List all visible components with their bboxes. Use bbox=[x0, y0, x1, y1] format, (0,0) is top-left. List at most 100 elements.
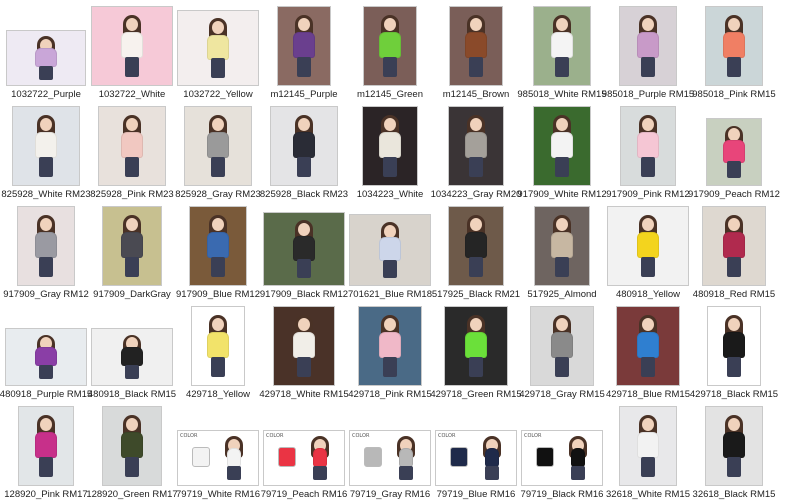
thumbnail-item[interactable]: COLOR 79719_Black RM16 bbox=[519, 400, 605, 500]
product-photo[interactable] bbox=[358, 306, 422, 386]
thumbnail-item[interactable]: COLOR 79719_Blue RM16 bbox=[433, 400, 519, 500]
thumbnail-item[interactable]: 917909_Peach RM12 bbox=[688, 100, 780, 200]
product-photo[interactable] bbox=[273, 306, 335, 386]
thumbnail-item[interactable]: 480918_Black RM15 bbox=[88, 300, 176, 400]
product-photo[interactable] bbox=[191, 306, 245, 386]
thumbnail-item[interactable]: m12145_Purple bbox=[261, 0, 347, 100]
thumbnail-item[interactable]: 32618_Black RM15 bbox=[691, 400, 777, 500]
product-photo[interactable] bbox=[533, 106, 591, 186]
thumbnail-item[interactable]: 480918_Red RM15 bbox=[691, 200, 777, 300]
product-photo[interactable] bbox=[349, 214, 431, 286]
model-head bbox=[728, 317, 740, 331]
thumbnail-item[interactable]: 517925_Almond bbox=[519, 200, 605, 300]
product-photo[interactable] bbox=[534, 206, 590, 286]
model-head bbox=[642, 217, 654, 231]
product-photo[interactable] bbox=[706, 118, 762, 186]
garment bbox=[551, 31, 573, 59]
thumbnail-item[interactable]: 985018_Pink RM15 bbox=[691, 0, 777, 100]
thumbnail-item[interactable]: 825928_Black RM23 bbox=[260, 100, 348, 200]
product-photo[interactable] bbox=[533, 6, 591, 86]
thumbnail-item[interactable]: 429718_Yellow bbox=[175, 300, 261, 400]
product-photo[interactable] bbox=[619, 6, 677, 86]
product-photo[interactable] bbox=[705, 406, 763, 486]
product-photo[interactable] bbox=[702, 206, 766, 286]
thumbnail-item[interactable]: 480918_Purple RM15 bbox=[0, 300, 92, 400]
product-photo[interactable] bbox=[91, 6, 173, 86]
thumbnail-item[interactable]: m12145_Green bbox=[347, 0, 433, 100]
product-photo[interactable] bbox=[18, 406, 74, 486]
product-photo[interactable] bbox=[184, 106, 252, 186]
product-photo[interactable] bbox=[620, 106, 676, 186]
product-photo[interactable] bbox=[277, 6, 331, 86]
thumbnail-item[interactable]: 917909_Pink RM12 bbox=[605, 100, 691, 200]
thumbnail-item[interactable]: 429718_Black RM15 bbox=[690, 300, 778, 400]
thumbnail-item[interactable]: 429718_White RM15 bbox=[259, 300, 349, 400]
model-legs bbox=[469, 156, 483, 178]
thumbnail-item[interactable]: 517925_Black RM21 bbox=[432, 200, 520, 300]
product-photo[interactable] bbox=[530, 306, 594, 386]
thumbnail-item[interactable]: 1034223_White bbox=[347, 100, 433, 200]
product-photo[interactable] bbox=[705, 6, 763, 86]
product-photo[interactable]: COLOR bbox=[263, 430, 345, 486]
product-photo[interactable] bbox=[6, 30, 86, 86]
thumbnail-item[interactable]: 128920_Pink RM17 bbox=[3, 400, 89, 500]
thumbnail-item[interactable]: 985018_Purple RM15 bbox=[602, 0, 694, 100]
product-photo[interactable] bbox=[362, 106, 418, 186]
model-head bbox=[126, 117, 138, 131]
product-photo[interactable] bbox=[444, 306, 508, 386]
product-photo[interactable] bbox=[189, 206, 247, 286]
product-photo[interactable] bbox=[448, 106, 504, 186]
thumbnail-item[interactable]: 1032722_Yellow bbox=[175, 0, 261, 100]
thumbnail-item[interactable]: 32618_White RM15 bbox=[605, 400, 691, 500]
product-photo[interactable] bbox=[98, 106, 166, 186]
thumbnail-item[interactable]: COLOR 79719_Peach RM16 bbox=[261, 400, 347, 500]
thumbnail-item[interactable]: 1034223_Gray RM20 bbox=[431, 100, 521, 200]
thumbnail-item[interactable]: COLOR 79719_White RM16 bbox=[175, 400, 261, 500]
thumbnail-item[interactable]: 480918_Yellow bbox=[605, 200, 691, 300]
product-photo[interactable] bbox=[363, 6, 417, 86]
thumbnail-item[interactable]: 1032722_White bbox=[89, 0, 175, 100]
product-photo[interactable] bbox=[449, 6, 503, 86]
product-photo[interactable] bbox=[263, 212, 345, 286]
model-head bbox=[126, 417, 138, 431]
thumbnail-item[interactable]: 917909_White RM12 bbox=[517, 100, 607, 200]
model-head bbox=[642, 117, 654, 131]
model-legs bbox=[555, 156, 569, 178]
product-photo[interactable]: COLOR bbox=[435, 430, 517, 486]
thumbnail-item[interactable]: 825928_White RM23 bbox=[1, 100, 91, 200]
product-photo[interactable]: COLOR bbox=[521, 430, 603, 486]
product-photo[interactable] bbox=[619, 406, 677, 486]
product-photo[interactable] bbox=[102, 406, 162, 486]
thumbnail-item[interactable]: 917909_Blue RM12 bbox=[175, 200, 261, 300]
product-photo[interactable]: COLOR bbox=[349, 430, 431, 486]
thumbnail-item[interactable]: 429718_Gray RM15 bbox=[519, 300, 605, 400]
product-photo[interactable]: COLOR bbox=[177, 430, 259, 486]
thumbnail-item[interactable]: 128920_Green RM17 bbox=[86, 400, 178, 500]
thumbnail-item[interactable]: 825928_Gray RM23 bbox=[175, 100, 261, 200]
thumbnail-item[interactable]: 429718_Blue RM15 bbox=[605, 300, 691, 400]
model-legs bbox=[571, 465, 585, 480]
product-photo[interactable] bbox=[270, 106, 338, 186]
thumbnail-item[interactable]: 825928_Pink RM23 bbox=[89, 100, 175, 200]
thumbnail-item[interactable]: 429718_Pink RM15 bbox=[347, 300, 433, 400]
thumbnail-item[interactable]: 1032722_Purple bbox=[3, 0, 89, 100]
product-photo[interactable] bbox=[607, 206, 689, 286]
thumbnail-item[interactable]: 917909_DarkGray bbox=[89, 200, 175, 300]
product-photo[interactable] bbox=[12, 106, 80, 186]
product-photo[interactable] bbox=[91, 328, 173, 386]
thumbnail-item[interactable]: 917909_Black RM12 bbox=[260, 200, 348, 300]
product-photo[interactable] bbox=[448, 206, 504, 286]
product-photo[interactable] bbox=[707, 306, 761, 386]
product-photo[interactable] bbox=[102, 206, 162, 286]
model-legs bbox=[39, 156, 53, 178]
product-photo[interactable] bbox=[177, 10, 259, 86]
product-photo[interactable] bbox=[5, 328, 87, 386]
thumbnail-item[interactable]: 985018_White RM15 bbox=[517, 0, 607, 100]
thumbnail-item[interactable]: 701621_Blue RM18 bbox=[347, 200, 433, 300]
product-photo[interactable] bbox=[616, 306, 680, 386]
thumbnail-item[interactable]: COLOR 79719_Gray RM16 bbox=[347, 400, 433, 500]
thumbnail-item[interactable]: 429718_Green RM15 bbox=[430, 300, 522, 400]
product-photo[interactable] bbox=[17, 206, 75, 286]
thumbnail-item[interactable]: 917909_Gray RM12 bbox=[3, 200, 89, 300]
thumbnail-item[interactable]: m12145_Brown bbox=[433, 0, 519, 100]
